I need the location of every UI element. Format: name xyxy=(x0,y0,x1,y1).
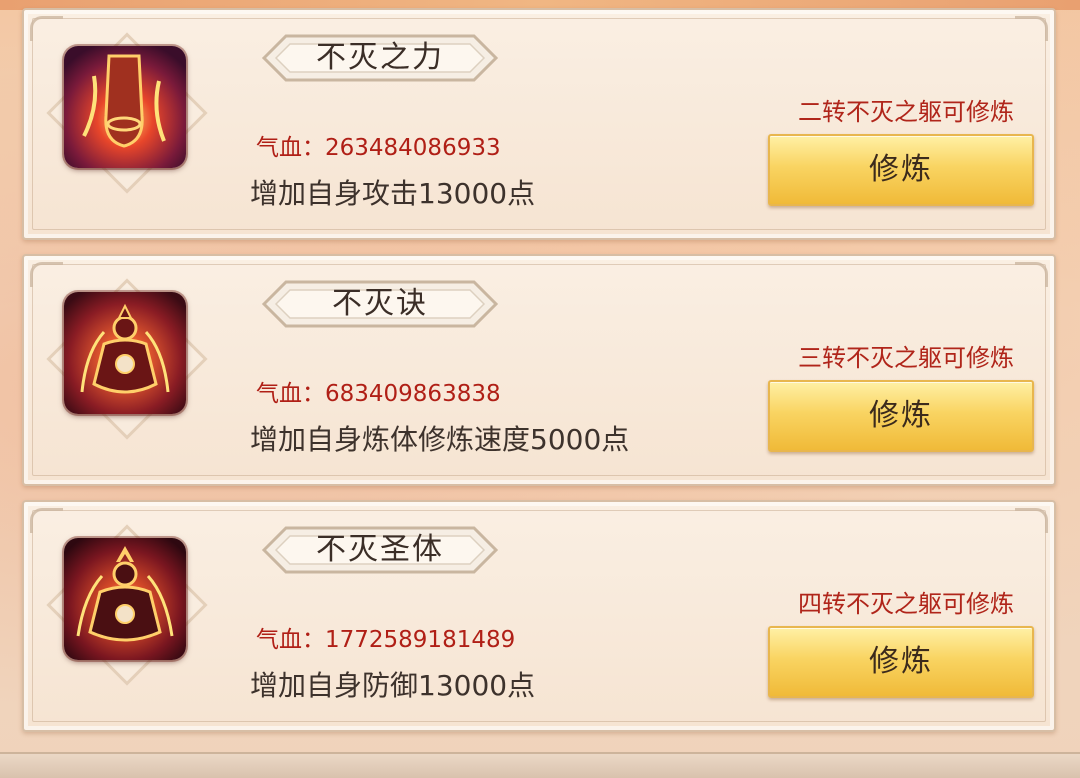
corner-ornament xyxy=(1015,262,1048,287)
skill-description: 增加自身防御13000点 xyxy=(250,669,536,702)
bottom-edge-band xyxy=(0,752,1080,778)
meditating-figure-icon[interactable] xyxy=(64,292,186,414)
skill-name: 不灭之力 xyxy=(316,40,444,75)
train-button[interactable]: 修炼 xyxy=(768,380,1034,452)
skill-description: 增加自身攻击13000点 xyxy=(250,177,536,210)
corner-ornament xyxy=(30,16,63,41)
unlock-requirement: 二转不灭之躯可修炼 xyxy=(798,98,1014,126)
skill-name: 不灭诀 xyxy=(332,286,428,321)
corner-ornament xyxy=(30,508,63,533)
skill-description: 增加自身炼体修炼速度5000点 xyxy=(250,423,630,456)
skill-card-3: 不灭圣体 气血：1772589181489 增加自身防御13000点 四转不灭之… xyxy=(22,500,1056,732)
skill-name: 不灭圣体 xyxy=(316,532,444,567)
corner-ornament xyxy=(30,262,63,287)
hp-value: 气血：263484086933 xyxy=(256,135,501,161)
skill-name-plate: 不灭诀 xyxy=(260,278,500,330)
corner-ornament xyxy=(1015,508,1048,533)
skill-card-1: 不灭之力 气血：263484086933 增加自身攻击13000点 二转不灭之躯… xyxy=(22,8,1056,240)
hp-value: 气血：1772589181489 xyxy=(256,627,516,653)
unlock-requirement: 四转不灭之躯可修炼 xyxy=(798,590,1014,618)
flaming-fist-icon[interactable] xyxy=(64,46,186,168)
skill-card-2: 不灭诀 气血：683409863838 增加自身炼体修炼速度5000点 三转不灭… xyxy=(22,254,1056,486)
unlock-requirement: 三转不灭之躯可修炼 xyxy=(798,344,1014,372)
train-button[interactable]: 修炼 xyxy=(768,134,1034,206)
skill-name-plate: 不灭之力 xyxy=(260,32,500,84)
train-button[interactable]: 修炼 xyxy=(768,626,1034,698)
skill-name-plate: 不灭圣体 xyxy=(260,524,500,576)
crowned-meditating-figure-icon[interactable] xyxy=(64,538,186,660)
hp-value: 气血：683409863838 xyxy=(256,381,501,407)
corner-ornament xyxy=(1015,16,1048,41)
